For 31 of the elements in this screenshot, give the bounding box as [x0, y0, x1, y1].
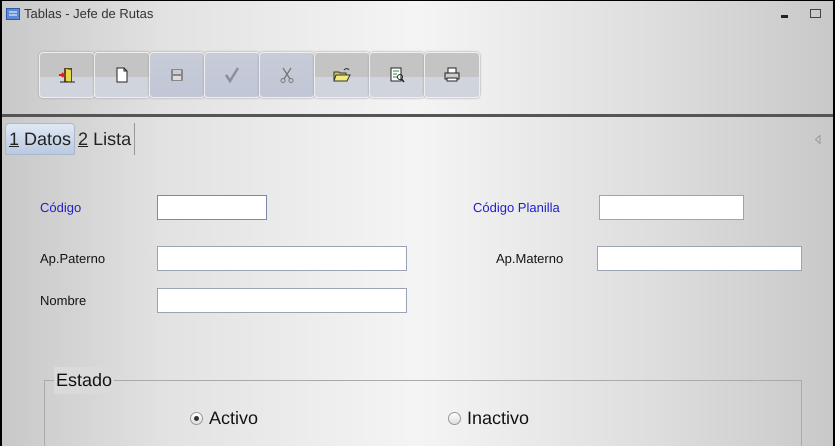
input-field[interactable] [597, 246, 802, 271]
input-field[interactable] [157, 246, 407, 271]
input-field[interactable] [157, 288, 407, 313]
open-folder-icon [333, 66, 351, 84]
toolbar-button[interactable] [314, 52, 370, 98]
field-label: Código [40, 198, 82, 217]
toolbar-button[interactable] [39, 52, 95, 98]
scroll-left-icon[interactable] [815, 134, 821, 144]
window-title: Tablas - Jefe de Rutas [24, 5, 154, 24]
input-field[interactable] [599, 195, 744, 220]
field-label: Nombre [40, 292, 88, 310]
maximize-icon[interactable] [810, 9, 821, 19]
document-magnifier-icon [388, 66, 406, 84]
radio-label: Activo [209, 407, 258, 430]
radio-button[interactable] [190, 412, 203, 425]
tab[interactable]: 1 Datos [5, 123, 76, 155]
window-icon [6, 8, 20, 20]
radio-button[interactable] [448, 412, 462, 425]
field-label: Ap.Materno [496, 250, 564, 268]
printer-icon [443, 66, 461, 84]
radio-label: Inactivo [467, 407, 530, 430]
toolbar-button[interactable] [424, 52, 480, 98]
tab[interactable]: 2 Lista [75, 123, 136, 155]
field-label: Ap.Paterno [40, 250, 106, 268]
group-legend: Estado [54, 367, 114, 394]
door-exit-icon [58, 66, 76, 84]
field-label: Código Planilla [473, 198, 561, 217]
toolbar-button[interactable] [369, 52, 425, 98]
scissors-icon [278, 66, 296, 84]
checkmark-icon [223, 66, 241, 84]
input-field[interactable] [157, 195, 267, 220]
